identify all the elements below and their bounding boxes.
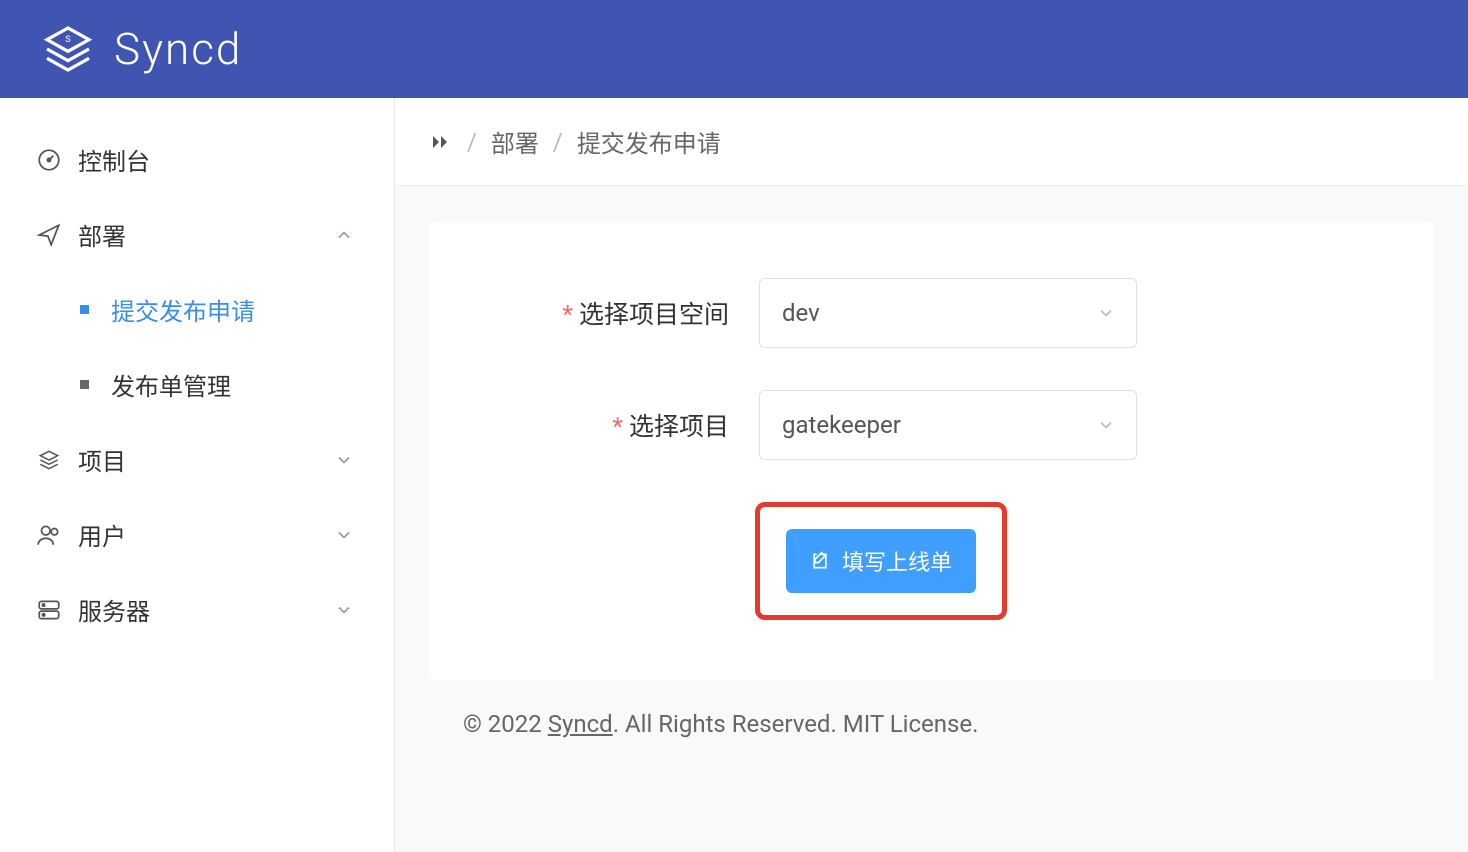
sidebar-item-dashboard[interactable]: 控制台 [0,122,394,197]
forward-icon[interactable] [429,130,453,154]
sidebar-subitem-label: 提交发布申请 [111,292,255,327]
sidebar-subitem-manage[interactable]: 发布单管理 [0,347,394,422]
main-content: / 部署 / 提交发布申请 *选择项目空间 dev [395,98,1468,852]
chevron-up-icon [334,225,354,245]
chevron-down-icon [334,600,354,620]
sidebar-subitem-submit[interactable]: 提交发布申请 [0,272,394,347]
app-header: S Syncd [0,0,1468,98]
sidebar-submenu-deploy: 提交发布申请 发布单管理 [0,272,394,422]
sidebar-item-label: 部署 [78,217,358,252]
space-select[interactable]: dev [759,278,1137,348]
chevron-down-icon [1096,303,1116,323]
form-card: *选择项目空间 dev *选择项目 gatekeeper [429,222,1434,680]
footer-link[interactable]: Syncd [548,710,613,738]
sidebar-item-label: 服务器 [78,592,358,627]
gauge-icon [36,147,62,173]
edit-icon [810,551,830,571]
form-row-space: *选择项目空间 dev [499,278,1364,348]
project-label: *选择项目 [499,407,729,443]
space-value: dev [782,299,820,327]
server-icon [36,597,62,623]
layers-icon [36,447,62,473]
bullet-icon [80,380,89,389]
chevron-down-icon [334,525,354,545]
sidebar-item-project[interactable]: 项目 [0,422,394,497]
sidebar-item-label: 用户 [78,517,358,552]
submit-button-label: 填写上线单 [842,545,952,577]
svg-text:S: S [65,34,71,45]
submit-button[interactable]: 填写上线单 [786,529,976,593]
logo[interactable]: S Syncd [40,21,242,77]
project-select[interactable]: gatekeeper [759,390,1137,460]
form-row-project: *选择项目 gatekeeper [499,390,1364,460]
send-icon [36,222,62,248]
users-icon [36,522,62,548]
sidebar-item-server[interactable]: 服务器 [0,572,394,647]
sidebar-item-user[interactable]: 用户 [0,497,394,572]
sidebar-item-label: 控制台 [78,142,358,177]
space-label: *选择项目空间 [499,295,729,331]
project-value: gatekeeper [782,411,901,439]
breadcrumb-current: 提交发布申请 [577,124,721,159]
breadcrumb-separator: / [553,128,563,156]
highlight-annotation: 填写上线单 [755,502,1007,620]
chevron-down-icon [1096,415,1116,435]
sidebar-item-deploy[interactable]: 部署 [0,197,394,272]
breadcrumb-separator: / [467,128,477,156]
breadcrumb: / 部署 / 提交发布申请 [395,98,1468,186]
footer: © 2022 Syncd. All Rights Reserved. MIT L… [429,680,1434,748]
breadcrumb-deploy[interactable]: 部署 [491,124,539,159]
sidebar: 控制台 部署 提交发布申请 发布单管理 [0,98,395,852]
sidebar-item-label: 项目 [78,442,358,477]
sidebar-subitem-label: 发布单管理 [111,367,231,402]
layers-icon: S [40,21,96,77]
chevron-down-icon [334,450,354,470]
bullet-icon [80,305,89,314]
app-name: Syncd [114,23,242,75]
